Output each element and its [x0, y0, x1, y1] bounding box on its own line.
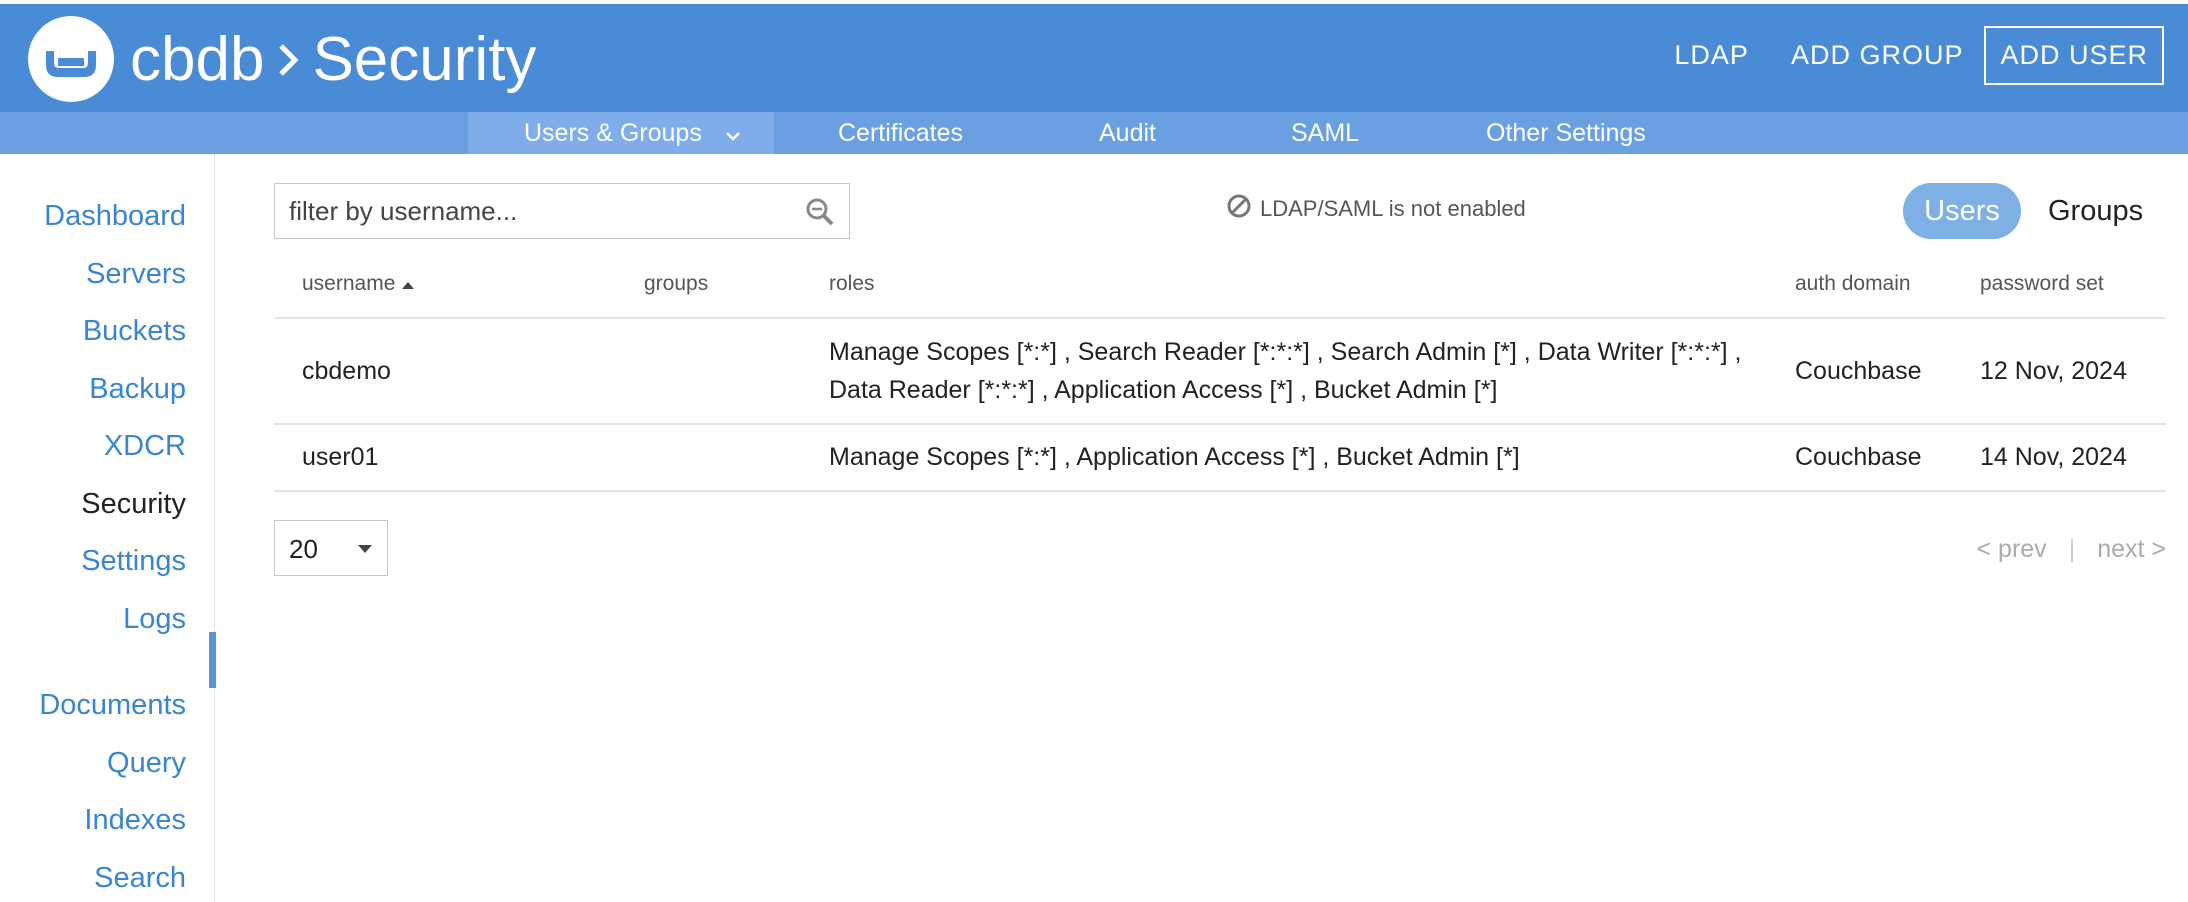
page-title: cbdb Security	[130, 20, 536, 100]
chevron-down-icon	[724, 113, 742, 155]
add-user-button[interactable]: ADD USER	[1984, 26, 2164, 85]
column-header-auth-domain[interactable]: auth domain	[1795, 272, 1911, 296]
caret-down-icon	[358, 545, 372, 553]
sidebar-item-query[interactable]: Query	[107, 747, 186, 780]
breadcrumb-section: Security	[312, 25, 537, 94]
sidebar-item-indexes[interactable]: Indexes	[84, 804, 186, 837]
username-filter-input[interactable]	[275, 184, 849, 238]
ldap-status: LDAP/SAML is not enabled	[1226, 193, 1526, 225]
security-subnav: Users & Groups Certificates Audit SAML O…	[0, 112, 2188, 154]
page-size-value: 20	[289, 534, 318, 564]
pagination-nav: < prev | next >	[1977, 535, 2167, 564]
column-header-groups[interactable]: groups	[644, 272, 708, 296]
password-set-cell: 12 Nov, 2024	[1980, 357, 2127, 385]
sidebar-item-security[interactable]: Security	[81, 488, 186, 521]
sidebar-item-buckets[interactable]: Buckets	[83, 315, 186, 348]
sidebar-item-search[interactable]: Search	[94, 862, 186, 895]
sidebar-item-logs[interactable]: Logs	[123, 603, 186, 636]
username-cell[interactable]: cbdemo	[302, 352, 391, 390]
breadcrumb-cluster[interactable]: cbdb	[130, 20, 264, 100]
sidebar-item-documents[interactable]: Documents	[39, 689, 186, 722]
sidebar-item-xdcr[interactable]: XDCR	[104, 430, 186, 463]
groups-toggle-button[interactable]: Groups	[2048, 183, 2143, 239]
ldap-status-text: LDAP/SAML is not enabled	[1260, 196, 1526, 221]
sidebar-item-servers[interactable]: Servers	[86, 258, 186, 291]
tab-users-groups-label: Users & Groups	[524, 119, 702, 147]
column-header-roles[interactable]: roles	[829, 272, 875, 296]
next-page-link[interactable]: next >	[2097, 535, 2166, 563]
ldap-button[interactable]: LDAP	[1653, 26, 1770, 85]
header-actions: LDAP ADD GROUP ADD USER	[1653, 26, 2164, 85]
column-header-password-set[interactable]: password set	[1980, 272, 2104, 296]
active-indicator	[209, 632, 216, 688]
tab-saml[interactable]: SAML	[1291, 112, 1359, 154]
page-size-select[interactable]: 20	[274, 520, 388, 576]
table-bottom-divider	[274, 490, 2166, 492]
sidebar: Dashboard Servers Buckets Backup XDCR Se…	[0, 154, 216, 902]
table-header-divider	[274, 317, 2166, 319]
users-toggle-button[interactable]: Users	[1903, 183, 2021, 239]
sort-ascending-icon	[401, 272, 415, 296]
couchbase-logo-icon[interactable]	[28, 16, 114, 102]
sidebar-item-backup[interactable]: Backup	[89, 373, 186, 406]
auth-domain-cell: Couchbase	[1795, 357, 1922, 385]
prev-page-link[interactable]: < prev	[1977, 535, 2047, 563]
sidebar-item-dashboard[interactable]: Dashboard	[44, 200, 186, 233]
column-header-username-label: username	[302, 272, 396, 295]
tab-other-settings[interactable]: Other Settings	[1486, 112, 1646, 154]
app-header: cbdb Security LDAP ADD GROUP ADD USER	[0, 4, 2188, 112]
tab-audit[interactable]: Audit	[1099, 112, 1156, 154]
tab-users-groups[interactable]: Users & Groups	[468, 112, 774, 154]
breadcrumb-chevron-icon	[276, 42, 300, 78]
pagination-separator: |	[2068, 535, 2076, 563]
password-set-cell: 14 Nov, 2024	[1980, 443, 2127, 471]
roles-cell: Manage Scopes [*:*] , Application Access…	[829, 443, 1520, 471]
tab-certificates[interactable]: Certificates	[838, 112, 963, 154]
filter-box	[274, 183, 850, 239]
column-header-username[interactable]: username	[302, 272, 415, 296]
username-cell[interactable]: user01	[302, 438, 378, 476]
row-divider	[274, 423, 2166, 425]
search-icon[interactable]	[805, 197, 835, 232]
add-group-button[interactable]: ADD GROUP	[1770, 26, 1985, 85]
sidebar-item-settings[interactable]: Settings	[81, 545, 186, 578]
roles-cell: Manage Scopes [*:*] , Search Reader [*:*…	[829, 338, 1742, 404]
disabled-icon	[1226, 193, 1252, 225]
auth-domain-cell: Couchbase	[1795, 443, 1922, 471]
